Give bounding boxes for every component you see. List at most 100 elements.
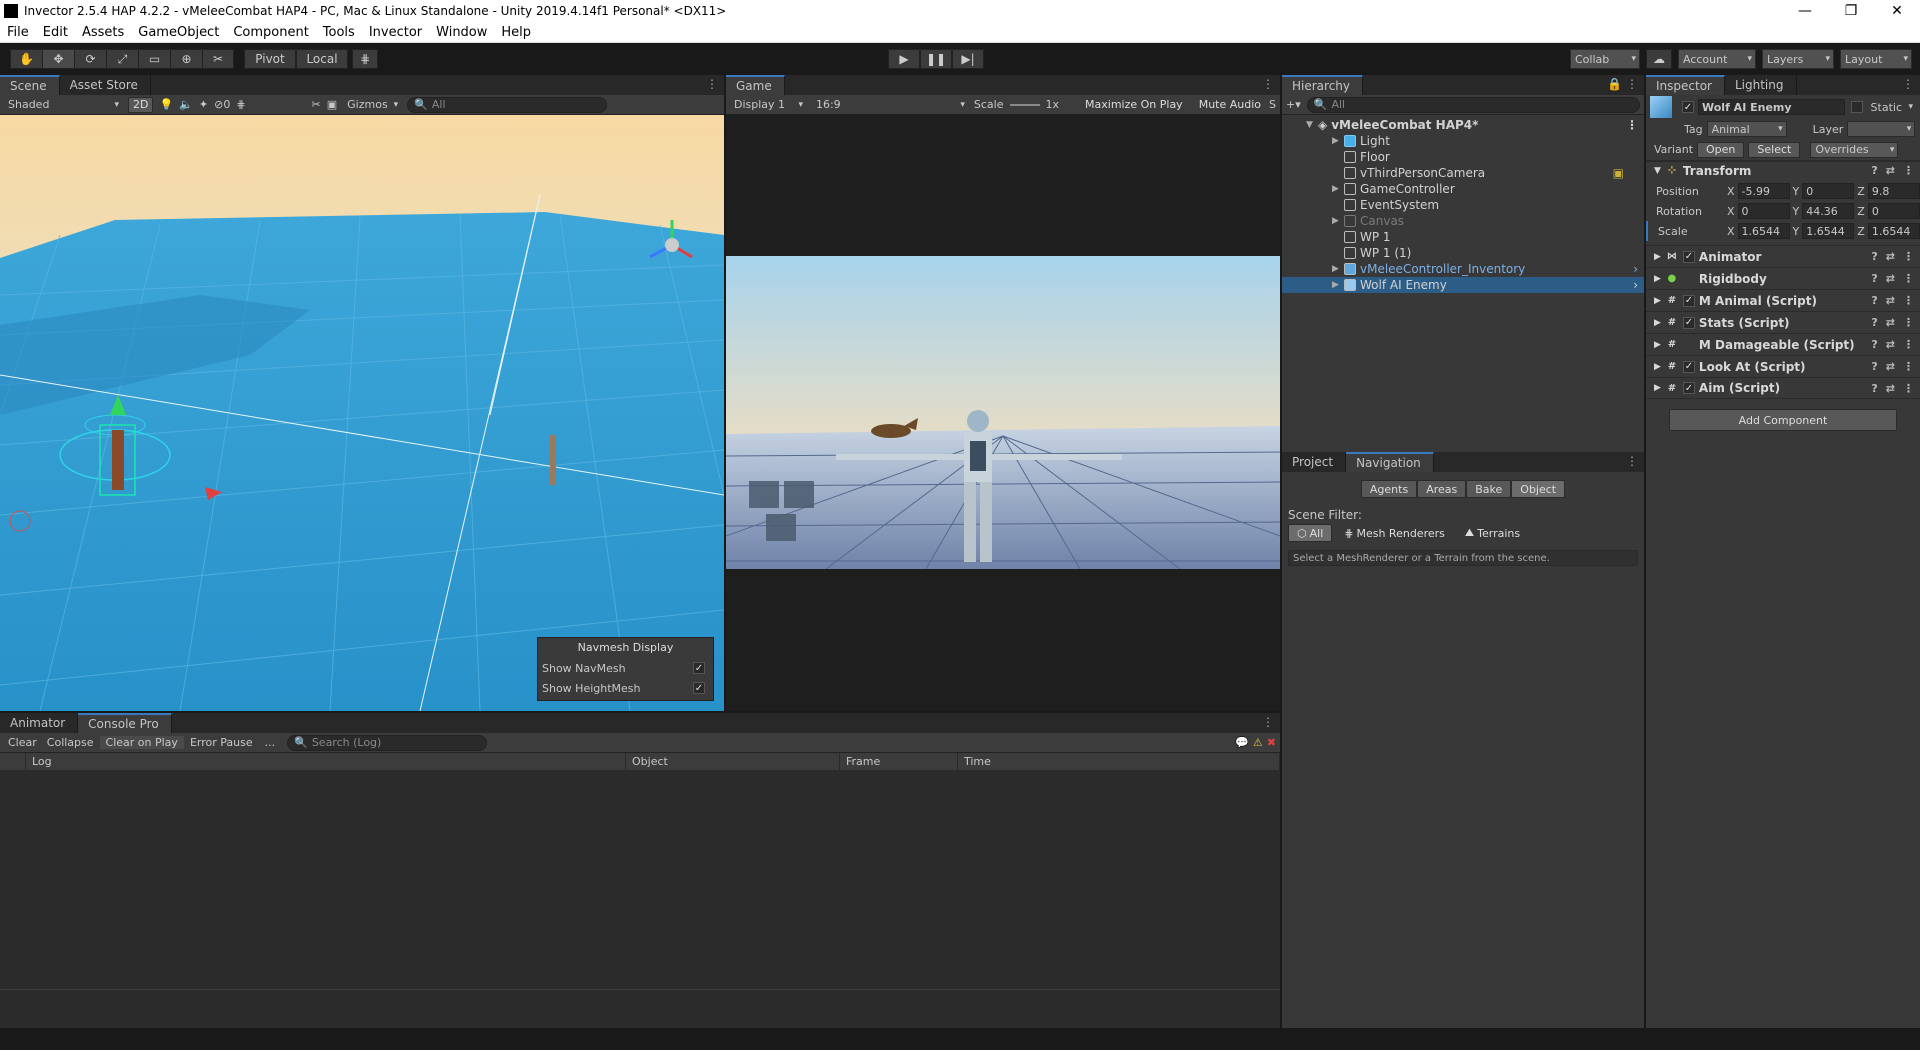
component-enable-checkbox[interactable]: ✓ — [1682, 294, 1695, 307]
menu-tools[interactable]: Tools — [316, 25, 362, 40]
hierarchy-item[interactable]: Floor — [1282, 149, 1644, 165]
console-kebab-icon[interactable]: ⋮ — [1262, 715, 1274, 729]
collab-dropdown[interactable]: Collab — [1570, 49, 1640, 69]
tab-game[interactable]: Game — [726, 75, 785, 95]
layers-dropdown[interactable]: Layers — [1762, 49, 1834, 69]
scale-slider[interactable] — [1009, 103, 1040, 106]
object-name-field[interactable]: Wolf AI Enemy — [1698, 99, 1845, 115]
chevron-right-icon[interactable]: ▶ — [1654, 296, 1661, 306]
chevron-right-icon[interactable]: ▶ — [1654, 252, 1661, 262]
menu-component[interactable]: Component — [226, 25, 315, 40]
tab-console-pro[interactable]: Console Pro — [78, 713, 172, 733]
preset-icon[interactable]: ⇄ — [1886, 338, 1895, 351]
static-dropdown[interactable]: Static — [1867, 99, 1916, 115]
hierarchy-item-prefab[interactable]: ▶ vMeleeController_Inventory › — [1282, 261, 1644, 277]
tools-icon[interactable]: ✂ — [312, 98, 321, 111]
mode-2d-toggle[interactable]: 2D — [128, 96, 154, 113]
play-icon[interactable]: ▶ — [888, 49, 920, 69]
help-icon[interactable]: ? — [1871, 316, 1877, 329]
stats-component-header[interactable]: ▶ # ✓ Stats (Script) ? ⇄ ⋮ — [1646, 311, 1920, 333]
menu-file[interactable]: File — [0, 25, 36, 40]
gizmos-dropdown[interactable]: Gizmos — [343, 96, 402, 113]
collapse-button[interactable]: Collapse — [41, 736, 100, 749]
rect-tool-icon[interactable]: ▭ — [138, 49, 170, 69]
chevron-right-icon[interactable]: ▶ — [1654, 362, 1661, 372]
lighting-toggle-icon[interactable]: 💡 — [159, 98, 173, 111]
help-icon[interactable]: ? — [1871, 382, 1877, 395]
chevron-right-icon[interactable]: ▶ — [1654, 274, 1661, 284]
shading-mode-dropdown[interactable]: Shaded — [4, 96, 122, 113]
component-kebab-icon[interactable]: ⋮ — [1903, 382, 1914, 395]
menu-gameobject[interactable]: GameObject — [131, 25, 226, 40]
warning-icon[interactable]: ⚠ — [1253, 736, 1263, 749]
pause-icon[interactable]: ❚❚ — [920, 49, 952, 69]
tab-asset-store[interactable]: Asset Store — [60, 75, 151, 95]
chevron-right-icon[interactable]: ▶ — [1332, 216, 1344, 226]
custom-tool-icon[interactable]: ✂ — [202, 49, 234, 69]
scale-tool-icon[interactable]: ⤢ — [106, 49, 138, 69]
tab-hierarchy[interactable]: Hierarchy — [1282, 75, 1364, 95]
console-search-input[interactable]: 🔍 Search (Log) — [287, 734, 488, 751]
help-icon[interactable]: ? — [1871, 250, 1877, 263]
aim-component-header[interactable]: ▶ # ✓ Aim (Script) ? ⇄ ⋮ — [1646, 377, 1920, 399]
move-tool-icon[interactable]: ✥ — [42, 49, 74, 69]
cloud-icon[interactable]: ☁ — [1646, 49, 1672, 69]
component-kebab-icon[interactable]: ⋮ — [1903, 316, 1914, 329]
layout-dropdown[interactable]: Layout — [1840, 49, 1912, 69]
position-x-field[interactable]: -5.99 — [1737, 183, 1790, 199]
help-icon[interactable]: ? — [1871, 294, 1877, 307]
display-dropdown[interactable]: Display 1 — [730, 96, 806, 113]
preset-icon[interactable]: ⇄ — [1886, 382, 1895, 395]
game-viewport[interactable] — [726, 256, 1280, 569]
hierarchy-item[interactable]: vThirdPersonCamera ▣ — [1282, 165, 1644, 181]
more-button[interactable]: ... — [259, 736, 282, 749]
scene-viewport[interactable]: Navmesh Display Show NavMesh ✓ Show Heig… — [0, 115, 724, 711]
preset-icon[interactable]: ⇄ — [1886, 164, 1895, 177]
hierarchy-item[interactable]: ▶ GameController — [1282, 181, 1644, 197]
close-icon[interactable]: ✕ — [1874, 0, 1920, 22]
error-pause-button[interactable]: Error Pause — [184, 736, 259, 749]
tab-navigation[interactable]: Navigation — [1346, 452, 1434, 472]
step-icon[interactable]: ▶| — [952, 49, 984, 69]
hierarchy-search-input[interactable]: 🔍 All — [1306, 96, 1640, 113]
preset-icon[interactable]: ⇄ — [1886, 360, 1895, 373]
tab-lighting[interactable]: Lighting — [1725, 75, 1797, 95]
hierarchy-item[interactable]: WP 1 — [1282, 229, 1644, 245]
preset-icon[interactable]: ⇄ — [1886, 250, 1895, 263]
rotation-x-field[interactable]: 0 — [1737, 203, 1790, 219]
scale-y-field[interactable]: 1.6544 — [1802, 223, 1855, 239]
menu-assets[interactable]: Assets — [75, 25, 131, 40]
audio-toggle-icon[interactable]: 🔈 — [179, 98, 193, 111]
mute-audio-toggle[interactable]: Mute Audio — [1196, 96, 1264, 113]
component-kebab-icon[interactable]: ⋮ — [1903, 250, 1914, 263]
scene-root-row[interactable]: ▼ ◈ vMeleeCombat HAP4* ⋮ — [1282, 117, 1644, 133]
overrides-dropdown[interactable]: Overrides — [1810, 141, 1899, 158]
show-navmesh-row[interactable]: Show NavMesh ✓ — [538, 658, 713, 678]
menu-invector[interactable]: Invector — [362, 25, 429, 40]
object-tab[interactable]: Object — [1511, 480, 1566, 498]
filter-mesh-renderers[interactable]: ⋕ Mesh Renderers — [1336, 524, 1453, 542]
maximize-icon[interactable]: ❐ — [1828, 0, 1874, 22]
game-kebab-menu-icon[interactable]: ⋮ — [1262, 77, 1274, 91]
tab-scene[interactable]: Scene — [0, 75, 60, 95]
hierarchy-kebab-icon[interactable]: ⋮ — [1626, 77, 1638, 91]
chevron-down-icon[interactable]: ▼ — [1306, 120, 1318, 130]
static-checkbox[interactable] — [1850, 101, 1863, 113]
hierarchy-item-selected[interactable]: ▶ Wolf AI Enemy › — [1282, 277, 1644, 293]
lock-icon[interactable]: 🔒 — [1607, 77, 1622, 91]
preset-icon[interactable]: ⇄ — [1886, 316, 1895, 329]
stats-toggle[interactable]: S — [1269, 98, 1276, 111]
component-kebab-icon[interactable]: ⋮ — [1903, 294, 1914, 307]
transform-tool-icon[interactable]: ⊕ — [170, 49, 202, 69]
chevron-right-icon[interactable]: ▶ — [1654, 383, 1661, 393]
help-icon[interactable]: ? — [1871, 360, 1877, 373]
chevron-right-icon[interactable]: › — [1633, 262, 1644, 276]
chevron-right-icon[interactable]: ▶ — [1332, 264, 1344, 274]
chevron-right-icon[interactable]: ▶ — [1332, 184, 1344, 194]
position-z-field[interactable]: 9.8 — [1867, 183, 1920, 199]
rotation-y-field[interactable]: 44.36 — [1802, 203, 1855, 219]
active-checkbox[interactable]: ✓ — [1682, 101, 1694, 113]
chevron-right-icon[interactable]: ▶ — [1654, 340, 1661, 350]
scene-kebab-icon[interactable]: ⋮ — [1626, 118, 1644, 132]
chevron-right-icon[interactable]: ▶ — [1654, 318, 1661, 328]
